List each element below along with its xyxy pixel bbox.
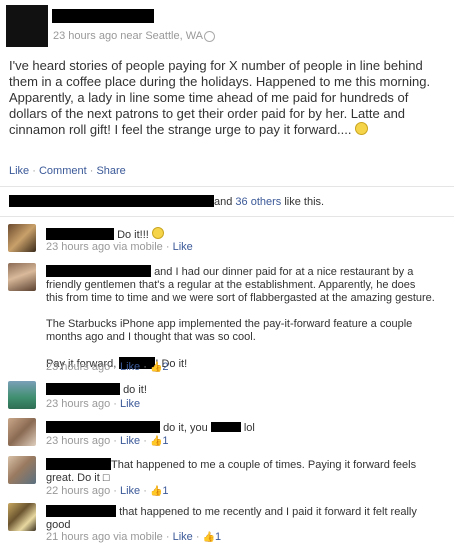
commenter-avatar[interactable]: [8, 381, 36, 409]
post-line: dollars of the next patrons to get their…: [9, 106, 406, 121]
post-body: I've heard stories of people paying for …: [9, 58, 454, 138]
likes-row: and 36 others like this.: [9, 195, 324, 208]
comment-meta: 23 hours ago via mobile · Like: [46, 241, 193, 253]
post-author-name[interactable]: [52, 9, 154, 23]
thumbs-up-icon[interactable]: 👍: [203, 532, 215, 543]
commenter-name[interactable]: [46, 383, 120, 395]
post-line: I've heard stories of people paying for …: [9, 58, 423, 73]
liker-names[interactable]: [9, 195, 214, 207]
divider: [0, 186, 454, 187]
comment-text: That happened to me a couple of times. P…: [46, 458, 417, 484]
commenter-avatar[interactable]: [8, 456, 36, 484]
commenter-avatar[interactable]: [8, 263, 36, 291]
commenter-name[interactable]: [46, 458, 111, 470]
commenter-avatar[interactable]: [8, 418, 36, 446]
others-link[interactable]: 36 others: [235, 196, 281, 208]
post-line: Apparently, a lady in line some time ahe…: [9, 90, 409, 105]
comment-text: do it, you lol: [46, 421, 255, 435]
commenter-name[interactable]: [46, 421, 160, 433]
comment-like-link[interactable]: Like: [120, 361, 140, 373]
commenter-avatar[interactable]: [8, 224, 36, 252]
comment-text: Do it!!!: [46, 227, 164, 242]
thumbs-up-icon[interactable]: 👍: [150, 436, 162, 447]
divider: [0, 216, 454, 217]
post-line: them in a coffee place during the holida…: [9, 74, 431, 89]
comment-text: that happened to me recently and I paid …: [46, 505, 417, 531]
post-actions: Like · Comment · Share: [9, 165, 126, 177]
comment-like-link[interactable]: Like: [173, 241, 193, 253]
smiley-icon: [355, 122, 369, 135]
comment-meta: 23 hours ago · Like: [46, 398, 141, 410]
share-link[interactable]: Share: [96, 165, 125, 177]
comment-meta: 23 hours ago · Like · 👍2: [46, 361, 169, 373]
comment-link[interactable]: Comment: [39, 165, 87, 177]
thumbs-up-icon[interactable]: 👍: [150, 362, 162, 373]
comment-text: and I had our dinner paid for at a nice …: [46, 265, 435, 370]
comment-like-link[interactable]: Like: [120, 398, 140, 410]
comment-meta: 22 hours ago · Like · 👍1: [46, 485, 169, 497]
commenter-name[interactable]: [46, 505, 116, 517]
smiley-icon: [151, 227, 164, 239]
mentioned-name: [210, 422, 241, 432]
post-line: cinnamon roll gift! I feel the strange u…: [9, 122, 352, 137]
like-link[interactable]: Like: [9, 165, 29, 177]
comment-meta: 21 hours ago via mobile · Like · 👍1: [46, 531, 222, 543]
post-author-avatar[interactable]: [6, 5, 48, 47]
commenter-name[interactable]: [46, 228, 114, 240]
comment-meta: 23 hours ago · Like · 👍1: [46, 435, 169, 447]
post-timestamp[interactable]: 23 hours ago near Seattle, WA: [53, 30, 203, 42]
commenter-name[interactable]: [46, 265, 151, 277]
commenter-avatar[interactable]: [8, 503, 36, 531]
comment-like-link[interactable]: Like: [120, 485, 140, 497]
thumbs-up-icon[interactable]: 👍: [150, 486, 162, 497]
comment-like-link[interactable]: Like: [120, 435, 140, 447]
globe-icon: [204, 31, 215, 42]
comment-like-link[interactable]: Like: [173, 531, 193, 543]
comment-text: do it!: [46, 383, 147, 397]
